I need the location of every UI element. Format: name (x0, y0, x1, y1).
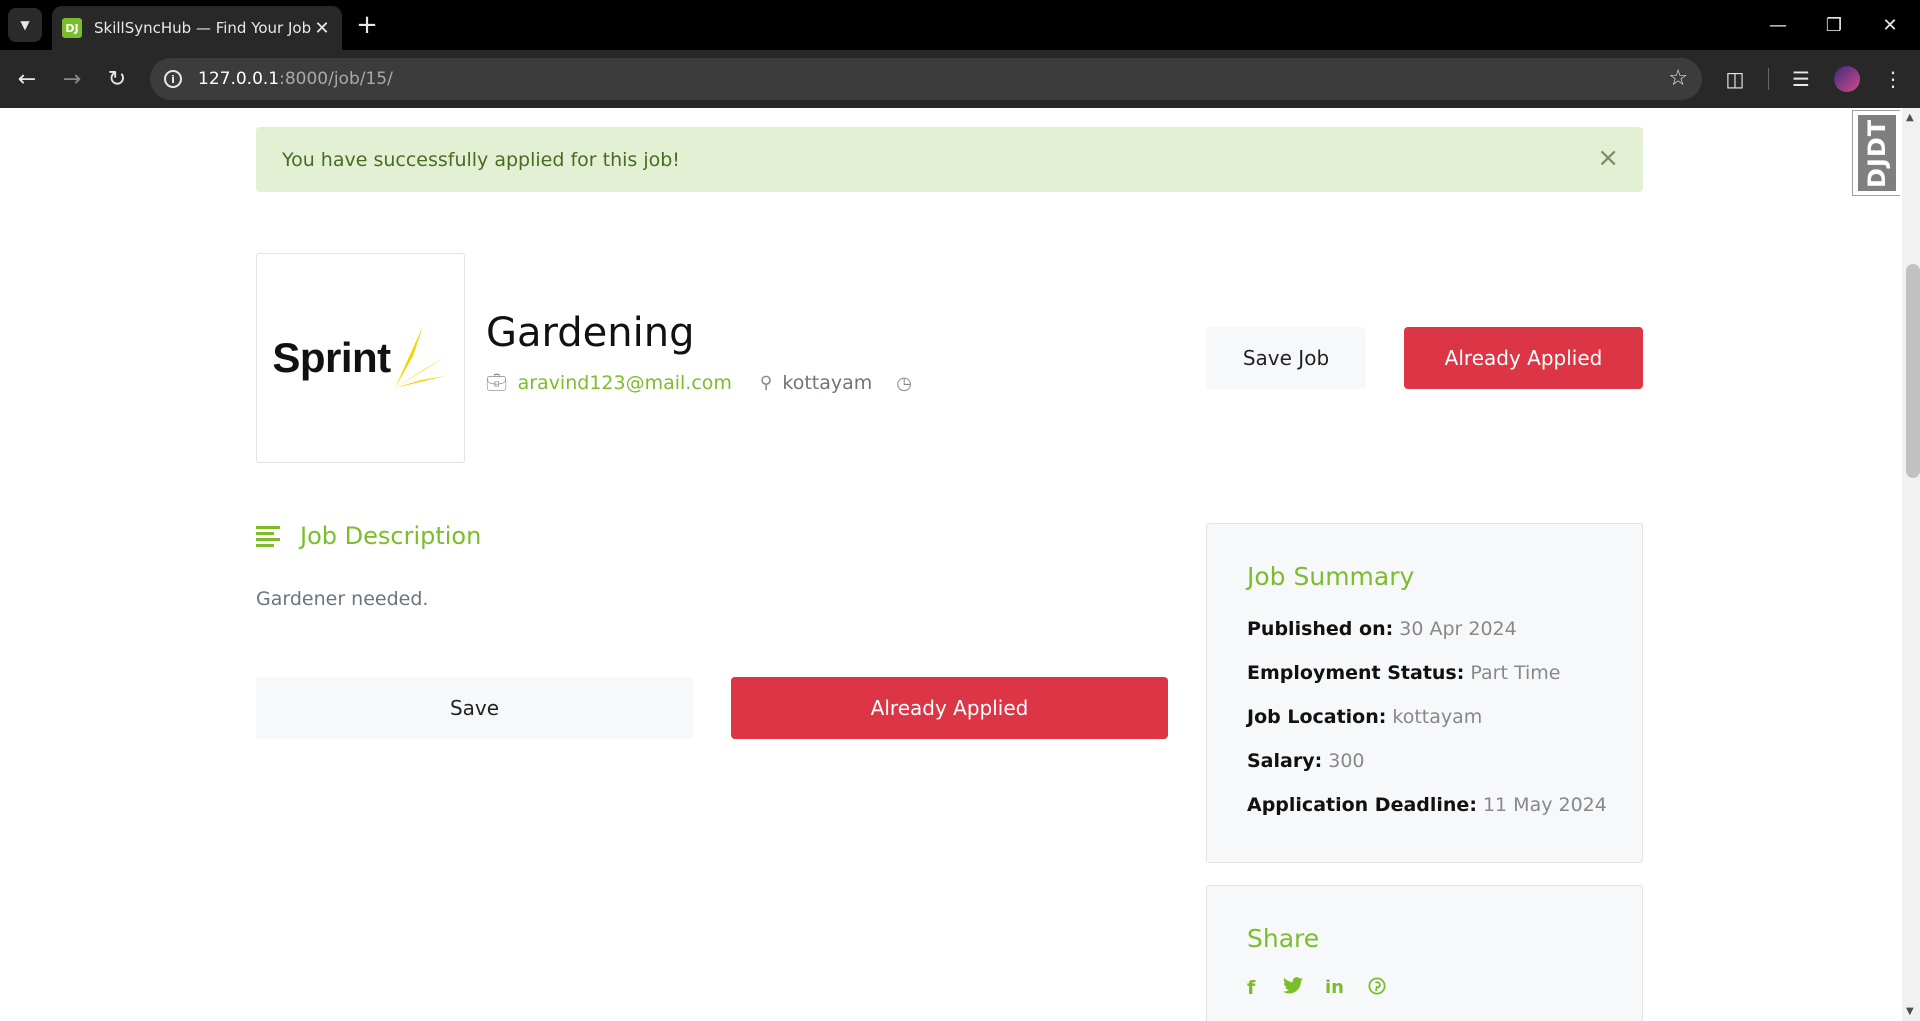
url-path: :8000/job/15/ (279, 69, 393, 89)
page-viewport: DJDT You have successfully applied for t… (0, 108, 1920, 1021)
summary-published-label: Published on: (1247, 618, 1394, 640)
summary-published: Published on: 30 Apr 2024 (1247, 618, 1517, 640)
address-bar[interactable]: i 127.0.0.1:8000/job/15/ ☆ (150, 58, 1702, 100)
debug-toolbar-label: DJDT (1857, 115, 1896, 191)
summary-salary-value: 300 (1328, 750, 1365, 772)
company-logo-text: Sprint (272, 334, 391, 381)
extensions-icon[interactable]: ◫ (1720, 64, 1750, 94)
summary-salary: Salary: 300 (1247, 750, 1365, 772)
briefcase-icon: 💼︎ (486, 373, 508, 393)
sprint-wing-icon (394, 326, 447, 388)
url-host: 127.0.0.1 (198, 69, 280, 89)
media-control-icon[interactable]: ☰ (1786, 64, 1816, 94)
summary-status-label: Employment Status: (1247, 662, 1465, 684)
browser-toolbar: ← → ↻ i 127.0.0.1:8000/job/15/ ☆ ◫ ☰ ⋮ (0, 50, 1920, 108)
restore-button[interactable]: ❐ (1806, 0, 1862, 50)
bookmark-star-icon[interactable]: ☆ (1668, 66, 1688, 91)
alert-message: You have successfully applied for this j… (282, 148, 680, 171)
summary-status: Employment Status: Part Time (1247, 662, 1560, 684)
pinterest-icon[interactable] (1368, 977, 1386, 1000)
twitter-icon[interactable] (1283, 977, 1303, 999)
share-title: Share (1247, 924, 1320, 953)
debug-toolbar-handle[interactable]: DJDT (1852, 110, 1900, 196)
tab-title: SkillSyncHub — Find Your Job (94, 19, 312, 37)
success-alert: You have successfully applied for this j… (256, 127, 1643, 192)
forward-arrow-icon[interactable]: → (55, 62, 89, 96)
new-tab-button[interactable]: + (352, 10, 382, 40)
summary-status-value: Part Time (1470, 662, 1561, 684)
job-location: kottayam (782, 372, 873, 394)
favicon-icon: DJ (62, 18, 82, 38)
share-card: Share (1206, 885, 1643, 1021)
browser-tab-active[interactable]: DJ SkillSyncHub — Find Your Job ✕ (52, 6, 342, 50)
save-job-button[interactable]: Save Job (1206, 327, 1366, 389)
map-pin-icon: ⚲ (759, 373, 773, 393)
summary-published-value: 30 Apr 2024 (1399, 618, 1517, 640)
job-description-text: Gardener needed. (256, 588, 429, 610)
summary-deadline-label: Application Deadline: (1247, 794, 1477, 816)
job-meta: 💼︎ aravind123@mail.com ⚲ kottayam ◷ (486, 372, 912, 394)
scroll-up-icon[interactable]: ▲ (1906, 112, 1914, 123)
job-summary-title: Job Summary (1247, 562, 1415, 591)
alert-close-icon[interactable]: × (1597, 143, 1619, 173)
summary-location-value: kottayam (1392, 706, 1483, 728)
job-summary-card: Job Summary Published on: 30 Apr 2024 Em… (1206, 523, 1643, 863)
already-applied-button[interactable]: Already Applied (1404, 327, 1643, 389)
minimize-button[interactable]: — (1750, 0, 1806, 50)
browser-menu-icon[interactable]: ⋮ (1878, 64, 1908, 94)
scroll-down-icon[interactable]: ▼ (1906, 1006, 1914, 1017)
clock-icon: ◷ (896, 372, 912, 394)
page-scrollbar[interactable]: ▲ ▼ (1902, 108, 1920, 1021)
facebook-icon[interactable]: f (1247, 977, 1255, 999)
scrollbar-thumb[interactable] (1906, 264, 1920, 478)
job-description-title: Job Description (300, 522, 482, 550)
already-applied-button-bottom[interactable]: Already Applied (731, 677, 1168, 739)
company-email-link[interactable]: aravind123@mail.com (518, 372, 732, 394)
company-logo: Sprint (256, 253, 465, 463)
reload-icon[interactable]: ↻ (100, 62, 134, 96)
back-arrow-icon[interactable]: ← (10, 62, 44, 96)
browser-titlebar: ▼ DJ SkillSyncHub — Find Your Job ✕ + — … (0, 0, 1920, 50)
profile-avatar[interactable] (1834, 66, 1860, 92)
job-description-heading: Job Description (256, 522, 481, 550)
window-close-button[interactable]: ✕ (1862, 0, 1918, 50)
align-left-icon (256, 525, 280, 547)
save-button[interactable]: Save (256, 677, 693, 739)
summary-location: Job Location: kottayam (1247, 706, 1482, 728)
site-info-icon[interactable]: i (164, 70, 182, 88)
summary-location-label: Job Location: (1247, 706, 1387, 728)
job-title: Gardening (486, 310, 695, 356)
summary-deadline: Application Deadline: 11 May 2024 (1247, 794, 1607, 816)
tab-search-button[interactable]: ▼ (8, 8, 42, 42)
summary-salary-label: Salary: (1247, 750, 1323, 772)
summary-deadline-value: 11 May 2024 (1482, 794, 1607, 816)
toolbar-divider (1768, 68, 1769, 90)
tab-close-icon[interactable]: ✕ (312, 18, 332, 39)
linkedin-icon[interactable]: in (1325, 977, 1344, 998)
